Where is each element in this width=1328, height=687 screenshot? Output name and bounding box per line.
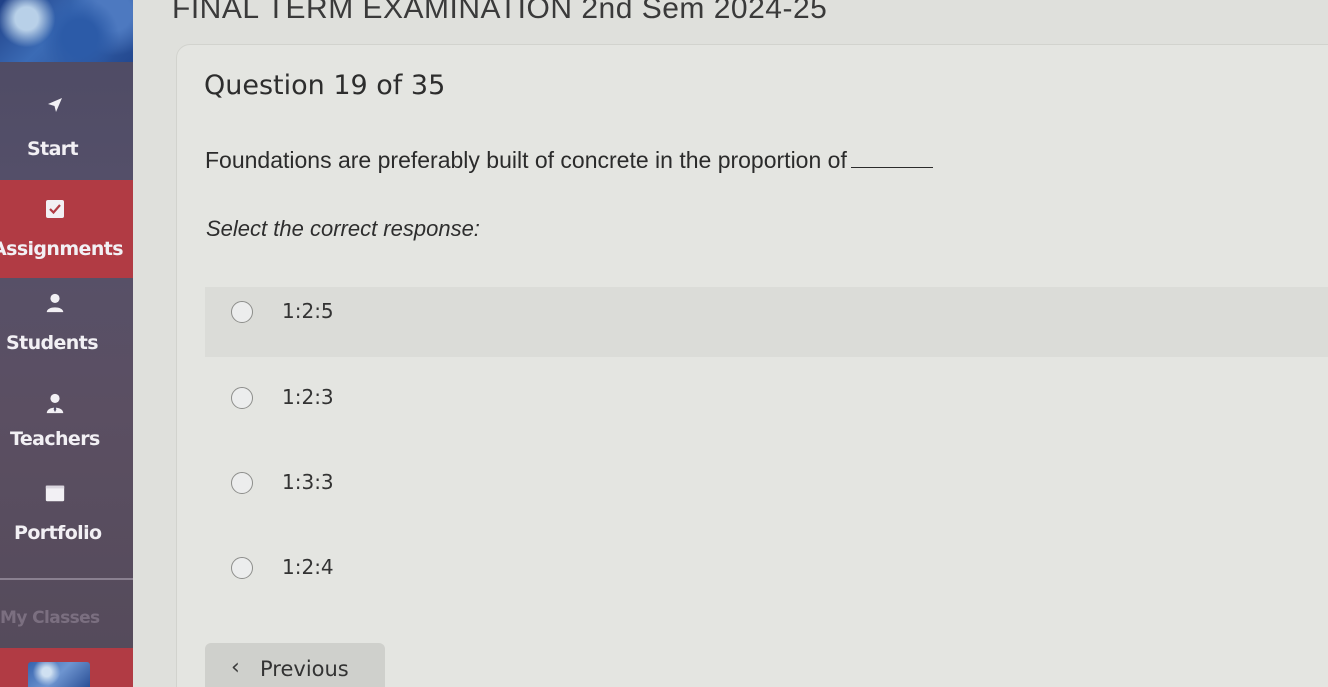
option-label: 1:2:4 bbox=[282, 555, 334, 579]
radio-button[interactable] bbox=[231, 557, 253, 579]
class-thumbnail bbox=[28, 662, 90, 687]
question-number: Question 19 of 35 bbox=[204, 70, 446, 101]
answer-option[interactable]: 1:3:3 bbox=[205, 458, 1328, 528]
sidebar: Start Assignments Students Teachers Port… bbox=[0, 0, 133, 687]
folder-icon bbox=[44, 482, 66, 504]
sidebar-item-label: Assignments bbox=[0, 238, 124, 260]
sidebar-item-start[interactable]: Start bbox=[0, 62, 133, 180]
class-tile[interactable] bbox=[0, 648, 133, 687]
option-label: 1:2:5 bbox=[282, 299, 334, 323]
sidebar-item-portfolio[interactable]: Portfolio bbox=[0, 470, 133, 578]
sidebar-divider bbox=[0, 578, 133, 580]
question-prompt: Foundations are preferably built of conc… bbox=[205, 147, 847, 173]
option-label: 1:3:3 bbox=[282, 470, 334, 494]
radio-button[interactable] bbox=[231, 301, 253, 323]
sidebar-item-label: Portfolio bbox=[14, 522, 102, 544]
person-icon bbox=[44, 292, 66, 314]
answer-option[interactable]: 1:2:3 bbox=[205, 373, 1328, 443]
my-classes-heading: My Classes bbox=[0, 608, 100, 628]
answer-option[interactable]: 1:2:5 bbox=[205, 287, 1328, 357]
sidebar-item-label: Students bbox=[6, 332, 99, 354]
school-logo bbox=[0, 0, 133, 62]
instruction-text: Select the correct response: bbox=[206, 216, 480, 241]
teacher-icon bbox=[44, 392, 66, 414]
checkbox-icon bbox=[44, 198, 66, 220]
start-arrow-icon bbox=[44, 94, 66, 116]
previous-button-label: Previous bbox=[260, 657, 349, 681]
exam-title: FINAL TERM EXAMINATION 2nd Sem 2024-25 bbox=[172, 0, 828, 25]
radio-button[interactable] bbox=[231, 387, 253, 409]
sidebar-item-label: Teachers bbox=[10, 428, 100, 450]
previous-button[interactable]: ‹ Previous bbox=[205, 643, 385, 687]
sidebar-item-label: Start bbox=[27, 138, 79, 160]
sidebar-item-assignments[interactable]: Assignments bbox=[0, 180, 133, 278]
answer-blank bbox=[850, 167, 933, 168]
option-label: 1:2:3 bbox=[282, 385, 334, 409]
chevron-left-icon: ‹ bbox=[231, 655, 240, 680]
radio-button[interactable] bbox=[231, 472, 253, 494]
question-text: Foundations are preferably built of conc… bbox=[205, 147, 933, 174]
answer-option[interactable]: 1:2:4 bbox=[205, 543, 1328, 613]
app-window: Start Assignments Students Teachers Port… bbox=[0, 0, 1328, 687]
sidebar-item-students[interactable]: Students bbox=[0, 278, 133, 374]
sidebar-item-teachers[interactable]: Teachers bbox=[0, 374, 133, 470]
